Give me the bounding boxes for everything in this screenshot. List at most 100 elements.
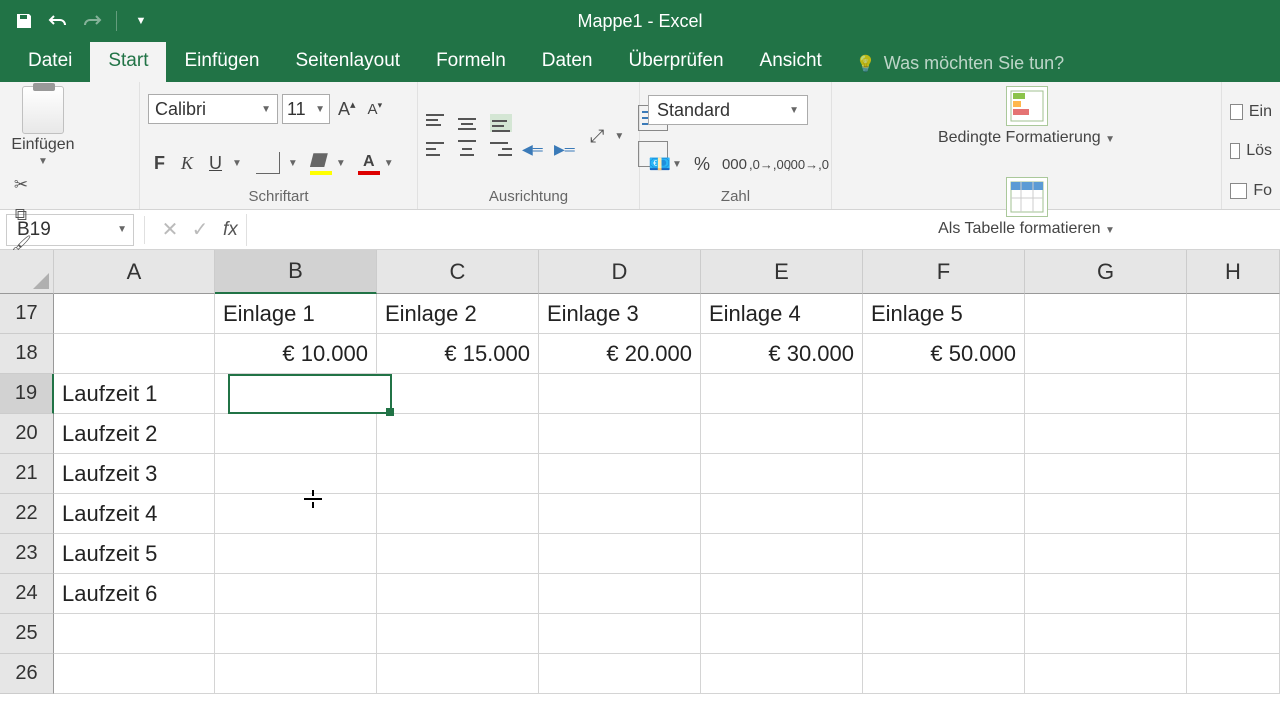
- save-icon[interactable]: [10, 7, 38, 35]
- redo-icon[interactable]: [78, 7, 106, 35]
- cell-A25[interactable]: [54, 614, 215, 654]
- cell-B20[interactable]: [215, 414, 377, 454]
- cell-G20[interactable]: [1025, 414, 1187, 454]
- underline-button[interactable]: U: [203, 149, 228, 178]
- cell-D19[interactable]: [539, 374, 701, 414]
- cell-G26[interactable]: [1025, 654, 1187, 694]
- align-middle-icon[interactable]: [458, 114, 480, 132]
- row-header-18[interactable]: 18: [0, 334, 54, 374]
- tab-review[interactable]: Überprüfen: [610, 42, 741, 82]
- cell-C17[interactable]: Einlage 2: [377, 294, 539, 334]
- cell-F25[interactable]: [863, 614, 1025, 654]
- cell-G18[interactable]: [1025, 334, 1187, 374]
- cell-B25[interactable]: [215, 614, 377, 654]
- cell-G23[interactable]: [1025, 534, 1187, 574]
- cell-E19[interactable]: [701, 374, 863, 414]
- row-header-19[interactable]: 19: [0, 374, 54, 414]
- cell-B22[interactable]: [215, 494, 377, 534]
- decrease-decimal-icon[interactable]: ,00→,0: [793, 151, 823, 177]
- increase-decimal-icon[interactable]: ,0→,00: [755, 151, 785, 177]
- column-header-G[interactable]: G: [1025, 250, 1187, 294]
- cell-E20[interactable]: [701, 414, 863, 454]
- cell-H26[interactable]: [1187, 654, 1280, 694]
- cell-F19[interactable]: [863, 374, 1025, 414]
- row-header-17[interactable]: 17: [0, 294, 54, 334]
- cell-A22[interactable]: Laufzeit 4: [54, 494, 215, 534]
- increase-indent-icon[interactable]: ▶═: [554, 140, 576, 158]
- cell-A21[interactable]: Laufzeit 3: [54, 454, 215, 494]
- cell-B23[interactable]: [215, 534, 377, 574]
- cell-C25[interactable]: [377, 614, 539, 654]
- accounting-format-icon[interactable]: 💶: [648, 151, 672, 177]
- fill-color-button[interactable]: [310, 153, 332, 173]
- cell-F24[interactable]: [863, 574, 1025, 614]
- cell-D22[interactable]: [539, 494, 701, 534]
- tab-home[interactable]: Start: [90, 42, 166, 82]
- font-name-select[interactable]: Calibri▼: [148, 94, 278, 124]
- cell-F21[interactable]: [863, 454, 1025, 494]
- cell-B21[interactable]: [215, 454, 377, 494]
- cell-C26[interactable]: [377, 654, 539, 694]
- cell-F22[interactable]: [863, 494, 1025, 534]
- tab-file[interactable]: Datei: [10, 42, 90, 82]
- cell-D24[interactable]: [539, 574, 701, 614]
- conditional-formatting-button[interactable]: Bedingte Formatierung ▼: [938, 86, 1115, 147]
- cell-C19[interactable]: [377, 374, 539, 414]
- cell-G24[interactable]: [1025, 574, 1187, 614]
- cell-H25[interactable]: [1187, 614, 1280, 654]
- cell-G19[interactable]: [1025, 374, 1187, 414]
- tab-insert[interactable]: Einfügen: [166, 42, 277, 82]
- column-header-F[interactable]: F: [863, 250, 1025, 294]
- cell-E18[interactable]: € 30.000: [701, 334, 863, 374]
- cell-A23[interactable]: Laufzeit 5: [54, 534, 215, 574]
- tell-me-search[interactable]: 💡 Was möchten Sie tun?: [840, 45, 1080, 82]
- shrink-font-icon[interactable]: A▾: [364, 100, 387, 118]
- copy-icon[interactable]: ⧉: [8, 203, 34, 227]
- column-header-C[interactable]: C: [377, 250, 539, 294]
- row-header-24[interactable]: 24: [0, 574, 54, 614]
- cell-G25[interactable]: [1025, 614, 1187, 654]
- orientation-icon[interactable]: ⤢: [590, 126, 604, 147]
- insert-cells-button[interactable]: Ein: [1230, 103, 1272, 121]
- cell-E17[interactable]: Einlage 4: [701, 294, 863, 334]
- format-as-table-button[interactable]: Als Tabelle formatieren ▼: [938, 177, 1115, 238]
- cell-A17[interactable]: [54, 294, 215, 334]
- cell-C22[interactable]: [377, 494, 539, 534]
- cell-C18[interactable]: € 15.000: [377, 334, 539, 374]
- column-header-A[interactable]: A: [54, 250, 215, 294]
- column-header-B[interactable]: B: [215, 250, 377, 294]
- cell-G17[interactable]: [1025, 294, 1187, 334]
- comma-format-icon[interactable]: 000: [722, 151, 747, 177]
- row-header-23[interactable]: 23: [0, 534, 54, 574]
- enter-formula-icon[interactable]: ✓: [185, 217, 215, 242]
- undo-icon[interactable]: [44, 7, 72, 35]
- cell-B24[interactable]: [215, 574, 377, 614]
- italic-button[interactable]: K: [175, 149, 199, 178]
- row-header-22[interactable]: 22: [0, 494, 54, 534]
- cell-E26[interactable]: [701, 654, 863, 694]
- select-all-corner[interactable]: [0, 250, 54, 294]
- tab-view[interactable]: Ansicht: [742, 42, 840, 82]
- row-header-21[interactable]: 21: [0, 454, 54, 494]
- cell-H21[interactable]: [1187, 454, 1280, 494]
- row-header-20[interactable]: 20: [0, 414, 54, 454]
- row-header-25[interactable]: 25: [0, 614, 54, 654]
- font-color-button[interactable]: A: [358, 153, 380, 173]
- tab-pagelayout[interactable]: Seitenlayout: [278, 42, 419, 82]
- cell-F20[interactable]: [863, 414, 1025, 454]
- cell-D26[interactable]: [539, 654, 701, 694]
- cell-E24[interactable]: [701, 574, 863, 614]
- cell-E23[interactable]: [701, 534, 863, 574]
- cell-D25[interactable]: [539, 614, 701, 654]
- cell-F17[interactable]: Einlage 5: [863, 294, 1025, 334]
- cell-E25[interactable]: [701, 614, 863, 654]
- insert-function-icon[interactable]: fx: [215, 219, 246, 241]
- align-center-icon[interactable]: [458, 140, 480, 158]
- percent-format-icon[interactable]: %: [690, 151, 714, 177]
- cell-H18[interactable]: [1187, 334, 1280, 374]
- cell-F26[interactable]: [863, 654, 1025, 694]
- cell-A18[interactable]: [54, 334, 215, 374]
- cell-G22[interactable]: [1025, 494, 1187, 534]
- cell-A20[interactable]: Laufzeit 2: [54, 414, 215, 454]
- tab-data[interactable]: Daten: [524, 42, 611, 82]
